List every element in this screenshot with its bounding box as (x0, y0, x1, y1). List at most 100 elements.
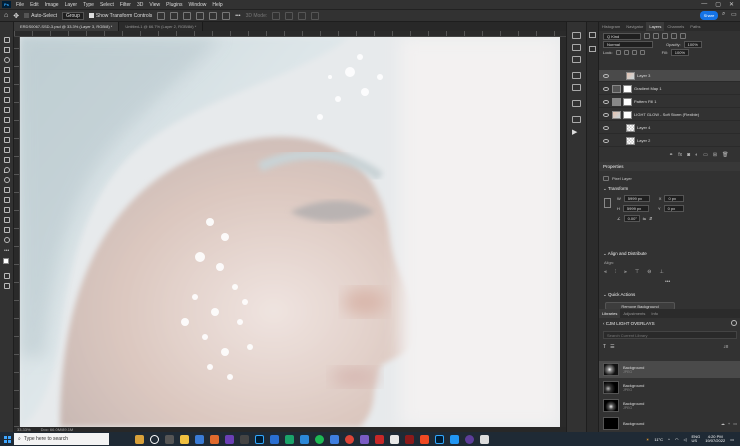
quick-select-tool-icon[interactable] (3, 66, 11, 74)
clock[interactable]: 4:20 PM 19/07/2022 (705, 435, 725, 443)
filter-pixel-icon[interactable] (644, 33, 650, 39)
share-button[interactable]: Share (700, 11, 718, 20)
align-right-icon[interactable] (183, 11, 192, 20)
filter-type-icon[interactable] (662, 33, 668, 39)
group-dropdown[interactable]: Group (61, 11, 84, 20)
app-icon-9[interactable] (405, 434, 414, 444)
brush-tool-icon[interactable] (3, 116, 11, 124)
user-avatar-icon[interactable] (731, 320, 737, 326)
visibility-eye-icon[interactable] (603, 138, 609, 143)
marquee-tool-icon[interactable] (3, 46, 11, 54)
flip-horizontal-icon[interactable]: ⇋ (643, 216, 646, 221)
tray-chevron-icon[interactable]: ^ (668, 437, 670, 442)
layer-row[interactable]: Layer 2 (599, 135, 740, 147)
library-item[interactable]: Background JPEG (599, 379, 740, 396)
glyphs-icon[interactable] (572, 100, 581, 107)
align-left-edges-icon[interactable]: ⫷ (604, 269, 607, 275)
visibility-eye-icon[interactable] (603, 125, 609, 130)
menu-plugins[interactable]: Plugins (163, 2, 185, 8)
eyedropper-tool-icon[interactable] (3, 96, 11, 104)
menu-select[interactable]: Select (97, 2, 117, 8)
filter-shape-icon[interactable] (671, 33, 677, 39)
more-align-icon[interactable]: ••• (665, 279, 670, 285)
filter-smart-object-icon[interactable] (680, 33, 686, 39)
width-input[interactable]: 5999 px (623, 195, 650, 202)
lock-position-icon[interactable] (623, 49, 629, 55)
clone-source-icon[interactable] (572, 56, 581, 63)
delete-layer-icon[interactable]: 🗑 (722, 152, 728, 158)
align-section-title[interactable]: ⌄ Align and Distribute (603, 251, 647, 257)
link-dimensions-icon[interactable] (604, 198, 611, 208)
app-icon-1[interactable] (210, 434, 219, 444)
new-group-icon[interactable]: ▭ (703, 152, 708, 158)
properties-header[interactable]: Properties (599, 162, 740, 171)
rectangle-tool-icon[interactable] (3, 216, 11, 224)
gradient-tool-icon[interactable] (3, 156, 11, 164)
tab-info[interactable]: Info (648, 309, 661, 318)
align-vertical-centers-icon[interactable]: ⊖ (647, 269, 651, 275)
visibility-eye-icon[interactable] (603, 112, 609, 117)
volume-icon[interactable]: ◁ (683, 437, 686, 442)
tab-layers[interactable]: Layers (646, 22, 665, 31)
menu-help[interactable]: Help (209, 2, 225, 8)
spotify-icon[interactable] (315, 434, 324, 444)
layer-row[interactable]: LIGHT GLOW - Soft Storm (Flexible) (599, 109, 740, 121)
library-item[interactable]: Background JPEG (599, 361, 740, 378)
y-input[interactable]: 0 px (663, 205, 684, 212)
fx-icon[interactable]: fx (678, 152, 682, 158)
x-input[interactable]: 0 px (664, 195, 685, 202)
kind-filter-dropdown[interactable]: Q Kind (603, 32, 641, 40)
crop-tool-icon[interactable] (3, 76, 11, 84)
storage-icon[interactable]: ▭ (733, 421, 737, 426)
widgets-icon[interactable] (135, 434, 144, 444)
fill-input[interactable]: 100% (670, 48, 690, 56)
actions-play-icon[interactable]: ▶ (572, 128, 577, 136)
search-icon[interactable]: ⌕ (722, 11, 725, 18)
screen-mode-icon[interactable] (3, 282, 11, 290)
type-tool-icon[interactable] (3, 196, 11, 204)
move-tool-icon[interactable] (3, 36, 11, 44)
learn-icon[interactable] (572, 116, 581, 123)
auto-select-checkbox[interactable]: Auto-Select (24, 13, 57, 19)
menu-edit[interactable]: Edit (27, 2, 42, 8)
tab-channels[interactable]: Channels (664, 22, 687, 31)
library-item[interactable]: Background JPEG (599, 397, 740, 414)
layer-row[interactable]: Gradient Map 1 (599, 83, 740, 95)
character-icon[interactable] (572, 72, 581, 79)
tab-document-2[interactable]: Untitled-1 @ 66.7% (Layer 2, RGB/8#) * (119, 22, 204, 31)
menu-window[interactable]: Window (186, 2, 210, 8)
adjustment-layer-icon[interactable]: ◐ (695, 152, 698, 158)
file-explorer-icon[interactable] (180, 434, 189, 444)
lock-artboard-icon[interactable] (631, 49, 637, 55)
teams-icon[interactable] (225, 434, 234, 444)
3d-slide-icon[interactable] (311, 11, 320, 20)
paragraph-icon[interactable] (572, 84, 581, 91)
library-item[interactable]: Background ☁ + ▭ (599, 415, 740, 431)
app-icon-7[interactable] (375, 434, 384, 444)
photoshop-icon-2[interactable] (435, 434, 444, 444)
app-icon-11[interactable] (450, 434, 459, 444)
dodge-tool-icon[interactable] (3, 176, 11, 184)
app-icon-6[interactable] (360, 434, 369, 444)
brush-settings-icon[interactable] (572, 32, 581, 39)
align-horizontal-centers-icon[interactable]: ⫶ (615, 269, 616, 275)
align-top-edges-icon[interactable]: ⊤ (635, 269, 639, 275)
photoshop-taskbar-icon[interactable] (255, 434, 264, 444)
align-top-icon[interactable] (196, 11, 205, 20)
foreground-color-swatch[interactable] (3, 258, 9, 264)
app-icon-8[interactable] (390, 434, 399, 444)
filter-icon[interactable]: T (603, 344, 606, 350)
visibility-eye-icon[interactable] (603, 86, 609, 91)
link-layers-icon[interactable]: ⚭ (669, 152, 673, 158)
tab-adjustments[interactable]: Adjustments (620, 309, 648, 318)
menu-image[interactable]: Image (42, 2, 62, 8)
add-mask-icon[interactable]: ◙ (687, 152, 690, 158)
mail-icon[interactable] (195, 434, 204, 444)
weather-icon[interactable]: ☀ (646, 437, 650, 442)
menu-type[interactable]: Type (80, 2, 97, 8)
maximize-icon[interactable]: ▢ (715, 1, 721, 8)
pen-tool-icon[interactable] (3, 186, 11, 194)
start-button[interactable] (0, 432, 14, 446)
layer-row[interactable]: Pattern Fill 1 (599, 96, 740, 108)
3d-roll-icon[interactable] (285, 11, 294, 20)
